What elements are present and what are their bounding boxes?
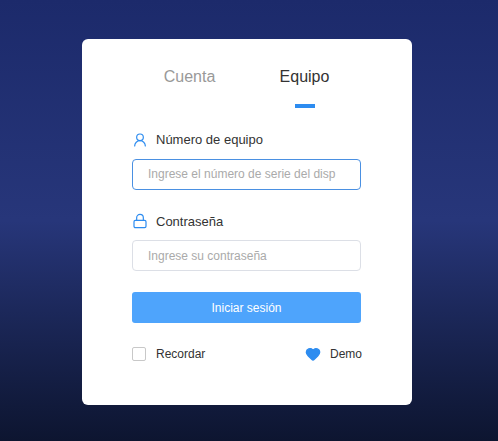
- tab[interactable]: Equipo: [247, 66, 362, 108]
- options-row: Recordar Demo: [132, 345, 362, 363]
- heart-icon: [305, 346, 321, 362]
- login-button[interactable]: Iniciar sesión: [132, 292, 361, 323]
- field-label: Contraseña: [132, 212, 362, 232]
- device-number-input[interactable]: [132, 159, 361, 190]
- demo-link[interactable]: Demo: [305, 345, 362, 363]
- lock-icon: [132, 213, 148, 229]
- form-field: Contraseña: [132, 212, 362, 272]
- login-card: CuentaEquipo Número de equipo Contraseña In…: [82, 39, 412, 405]
- tab[interactable]: Cuenta: [132, 66, 247, 108]
- password-input[interactable]: [132, 240, 361, 271]
- login-page: CuentaEquipo Número de equipo Contraseña In…: [0, 0, 498, 441]
- user-icon: [132, 132, 148, 148]
- form-field: Número de equipo: [132, 130, 362, 190]
- tab-indicator: [295, 104, 315, 108]
- tab-bar: CuentaEquipo: [132, 66, 362, 108]
- checkbox-box[interactable]: [132, 347, 146, 361]
- field-label: Número de equipo: [132, 130, 362, 150]
- remember-checkbox[interactable]: Recordar: [132, 345, 205, 363]
